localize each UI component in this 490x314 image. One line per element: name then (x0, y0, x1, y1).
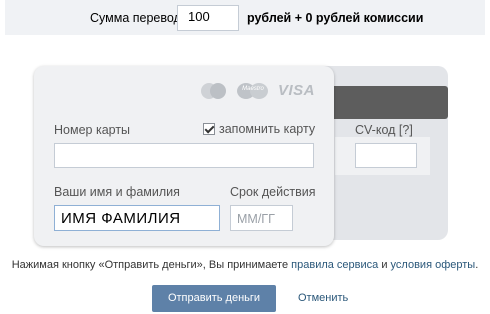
cardholder-name-input[interactable]: ИМЯ ФАМИЛИЯ (54, 205, 220, 231)
amount-commission-text: рублей + 0 рублей комиссии (247, 11, 424, 25)
service-rules-link[interactable]: правила сервиса (291, 259, 378, 271)
expiry-input[interactable]: ММ/ГГ (230, 205, 293, 231)
expiry-label: Срок действия (230, 185, 316, 199)
terms-notice: Нажимая кнопку «Отправить деньги», Вы пр… (0, 259, 490, 271)
maestro-logo-text: Maestro (242, 86, 264, 92)
amount-input[interactable]: 100 (177, 5, 239, 31)
mastercard-icon-overlap (210, 83, 226, 99)
terms-prefix: Нажимая кнопку «Отправить деньги», Вы пр… (11, 259, 292, 271)
cv-code-label[interactable]: CV-код [?] (355, 123, 413, 137)
cv-code-input[interactable] (355, 143, 417, 168)
cardholder-name-label: Ваши имя и фамилия (54, 185, 180, 199)
terms-suffix: . (475, 259, 479, 271)
send-money-button[interactable]: Отправить деньги (152, 285, 276, 312)
maestro-icon: Maestro (237, 81, 271, 101)
remember-card-toggle[interactable]: запомнить карту (203, 122, 315, 136)
card-number-label: Номер карты (54, 123, 131, 137)
card-number-input[interactable] (54, 143, 314, 168)
visa-icon: VISA (278, 82, 316, 99)
terms-and: и (378, 259, 391, 271)
remember-card-checkbox[interactable] (203, 123, 215, 135)
remember-card-label: запомнить карту (219, 122, 316, 136)
card-logos: Maestro VISA (201, 81, 316, 101)
offer-terms-link[interactable]: условия оферты (391, 259, 476, 271)
cancel-link[interactable]: Отменить (298, 292, 348, 304)
